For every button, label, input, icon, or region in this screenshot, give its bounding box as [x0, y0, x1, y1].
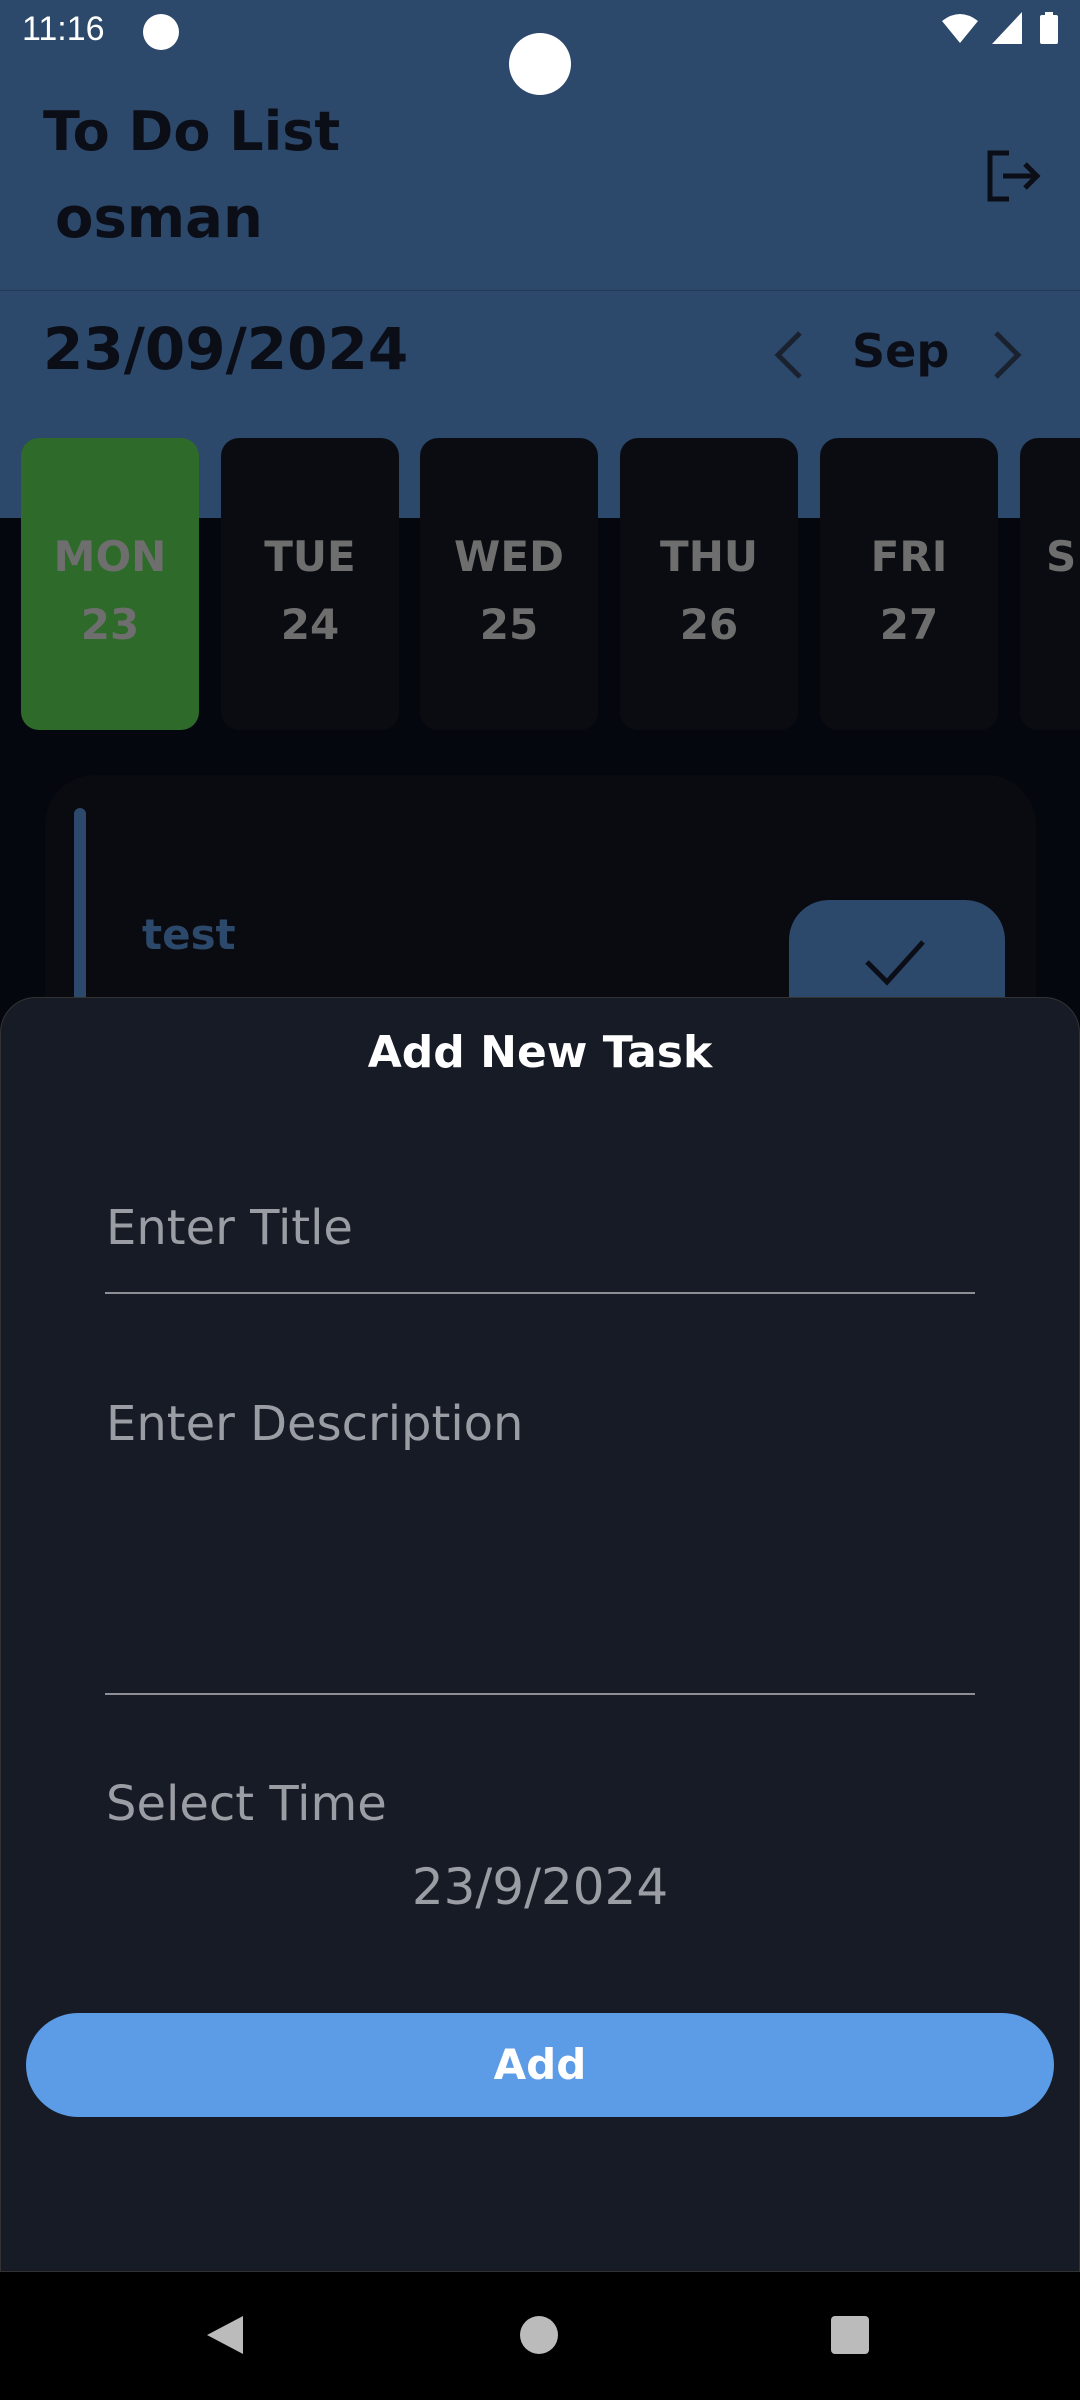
day-number: 23	[80, 600, 140, 649]
navigation-bar	[0, 2272, 1080, 2400]
logout-icon[interactable]	[985, 150, 1041, 202]
add-button[interactable]: Add	[26, 2013, 1054, 2117]
signal-icon	[992, 12, 1022, 44]
day-number: 24	[280, 600, 340, 649]
task-title: test	[142, 910, 236, 959]
selected-time-value[interactable]: 23/9/2024	[0, 1858, 1080, 1916]
title-underline	[105, 1292, 975, 1294]
day-card-selected[interactable]: MON 23	[21, 438, 199, 730]
status-time: 11:16	[22, 10, 105, 48]
sheet-title: Add New Task	[367, 1027, 713, 1078]
app-title: To Do List	[43, 100, 341, 163]
day-name: MON	[53, 532, 167, 581]
day-number: 26	[679, 600, 739, 649]
check-icon	[865, 940, 925, 986]
day-number: 27	[879, 600, 939, 649]
day-card[interactable]: TUE 24	[221, 438, 399, 730]
recents-icon[interactable]	[831, 2316, 869, 2354]
status-icons	[942, 12, 1058, 44]
camera-cutout	[509, 33, 571, 95]
battery-icon	[1040, 12, 1058, 44]
select-time-label[interactable]: Select Time	[106, 1776, 387, 1832]
month-label: Sep	[852, 324, 950, 378]
day-number: 25	[479, 600, 539, 649]
selected-date: 23/09/2024	[43, 315, 409, 383]
title-input[interactable]: Enter Title	[106, 1200, 353, 1256]
notification-app-icon	[143, 14, 179, 50]
description-underline	[105, 1693, 975, 1695]
description-input[interactable]: Enter Description	[106, 1396, 523, 1452]
chevron-left-icon[interactable]	[772, 330, 806, 380]
back-icon[interactable]	[205, 2314, 245, 2356]
day-name: WED	[454, 532, 564, 581]
day-card[interactable]: WED 25	[420, 438, 598, 730]
day-name: FRI	[870, 532, 948, 581]
wifi-icon	[942, 14, 978, 43]
day-name: TUE	[264, 532, 356, 581]
day-name: THU	[660, 532, 758, 581]
day-card-partial[interactable]: S	[1020, 438, 1080, 730]
day-card[interactable]: THU 26	[620, 438, 798, 730]
header-divider	[0, 290, 1080, 291]
day-card[interactable]: FRI 27	[820, 438, 998, 730]
home-icon[interactable]	[520, 2316, 558, 2354]
day-name: S	[1046, 532, 1077, 581]
username: osman	[55, 186, 263, 251]
chevron-right-icon[interactable]	[990, 330, 1024, 380]
